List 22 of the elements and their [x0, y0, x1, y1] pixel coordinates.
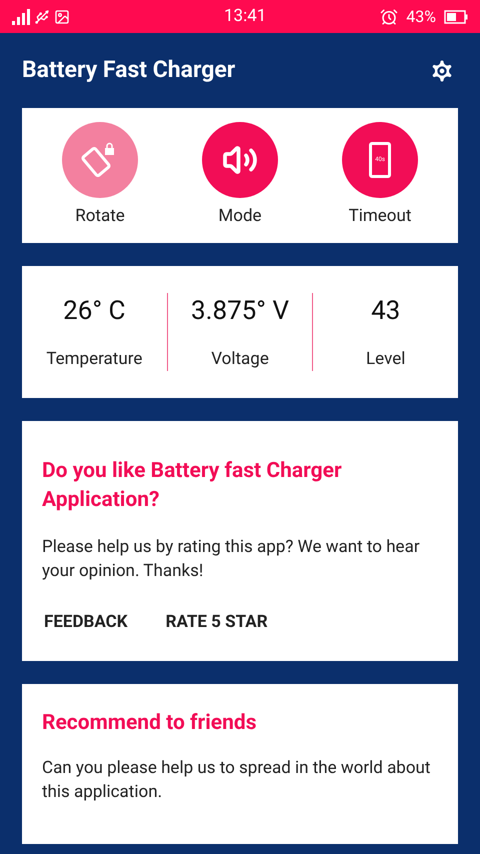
stat-label: Temperature [46, 348, 142, 371]
recommend-body: Can you please help us to spread in the world about this application. [42, 756, 432, 804]
quick-action-button[interactable]: Mode [202, 122, 278, 230]
app-title: Battery Fast Charger [22, 55, 236, 86]
signal-icon [12, 8, 30, 24]
stat-label: Level [366, 348, 406, 371]
stat-value: 43 [371, 294, 400, 328]
quick-action-button[interactable]: Rotate [62, 122, 138, 230]
alarm-icon [380, 8, 398, 26]
rate-body: Please help us by rating this app? We want to hear your opinion. Thanks! [42, 536, 421, 583]
stat-value: 3.875° V [190, 294, 290, 328]
text-button[interactable]: FEEDBACK [42, 610, 130, 636]
rate-title: Do you like Battery fast Charger Application? [42, 458, 343, 514]
battery-percent: 43% [406, 6, 436, 28]
battery-icon [444, 10, 468, 24]
usb-icon [34, 8, 50, 24]
image-icon [54, 8, 70, 24]
stat-label: Voltage [211, 348, 269, 371]
recommend-title: Recommend to friends [42, 710, 258, 737]
stat-value: 26° C [63, 294, 126, 328]
clock-time: 13:41 [224, 4, 266, 28]
text-button[interactable]: RATE 5 STAR [164, 610, 270, 636]
